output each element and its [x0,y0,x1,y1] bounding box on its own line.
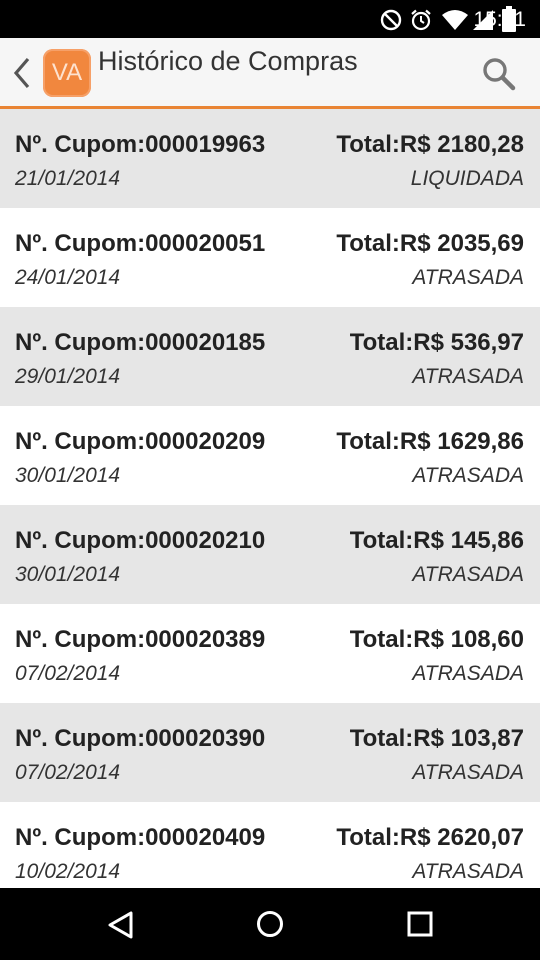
list-item[interactable]: Nº. Cupom:000020409 Total:R$ 2620,07 10/… [0,802,540,888]
coupon-number: Nº. Cupom:000020389 [15,626,266,653]
list-item[interactable]: Nº. Cupom:000020210 Total:R$ 145,86 30/0… [0,505,540,604]
purchase-total: Total:R$ 536,97 [349,329,524,356]
action-bar: VA Histórico de Compras [0,38,540,109]
navigation-bar [0,888,540,960]
purchase-status: ATRASADA [412,365,524,388]
status-bar: 15:21 [0,0,540,38]
purchase-date: 30/01/2014 [15,464,121,487]
coupon-number: Nº. Cupom:000020390 [15,725,266,752]
purchase-total: Total:R$ 145,86 [349,527,524,554]
purchase-status: LIQUIDADA [410,167,524,190]
purchase-status: ATRASADA [412,761,524,784]
list-item[interactable]: Nº. Cupom:000019963 Total:R$ 2180,28 21/… [0,109,540,208]
purchase-total: Total:R$ 108,60 [349,626,524,653]
coupon-number: Nº. Cupom:000020409 [15,824,266,851]
coupon-number: Nº. Cupom:000019963 [15,131,266,158]
purchase-total: Total:R$ 103,87 [349,725,524,752]
purchase-list[interactable]: Nº. Cupom:000019963 Total:R$ 2180,28 21/… [0,109,540,888]
purchase-status: ATRASADA [412,563,524,586]
purchase-total: Total:R$ 1629,86 [336,428,524,455]
purchase-status: ATRASADA [412,860,524,883]
purchase-total: Total:R$ 2035,69 [336,230,524,257]
do-not-disturb-icon [380,9,402,31]
purchase-status: ATRASADA [412,464,524,487]
page-title: Histórico de Compras [98,46,358,76]
home-circle-icon[interactable] [255,909,285,939]
purchase-date: 29/01/2014 [15,365,121,388]
recents-square-icon[interactable] [406,910,434,938]
coupon-number: Nº. Cupom:000020185 [15,329,266,356]
list-item[interactable]: Nº. Cupom:000020185 Total:R$ 536,97 29/0… [0,307,540,406]
purchase-date: 07/02/2014 [15,761,121,784]
purchase-status: ATRASADA [412,662,524,685]
status-time: 15:21 [473,8,526,31]
chevron-left-icon[interactable] [12,56,32,90]
list-item[interactable]: Nº. Cupom:000020209 Total:R$ 1629,86 30/… [0,406,540,505]
purchase-date: 24/01/2014 [15,266,121,289]
purchase-total: Total:R$ 2180,28 [336,131,524,158]
list-item[interactable]: Nº. Cupom:000020051 Total:R$ 2035,69 24/… [0,208,540,307]
back-triangle-icon[interactable] [106,910,136,940]
coupon-number: Nº. Cupom:000020210 [15,527,266,554]
coupon-number: Nº. Cupom:000020051 [15,230,266,257]
purchase-date: 07/02/2014 [15,662,121,685]
purchase-date: 21/01/2014 [15,167,121,190]
list-item[interactable]: Nº. Cupom:000020389 Total:R$ 108,60 07/0… [0,604,540,703]
purchase-total: Total:R$ 2620,07 [336,824,524,851]
purchase-date: 10/02/2014 [15,860,121,883]
alarm-icon [411,9,431,31]
coupon-number: Nº. Cupom:000020209 [15,428,266,455]
purchase-status: ATRASADA [412,266,524,289]
app-logo[interactable]: VA [43,49,91,97]
search-icon[interactable] [482,57,516,91]
wifi-icon [442,10,468,30]
purchase-date: 30/01/2014 [15,563,121,586]
list-item[interactable]: Nº. Cupom:000020390 Total:R$ 103,87 07/0… [0,703,540,802]
